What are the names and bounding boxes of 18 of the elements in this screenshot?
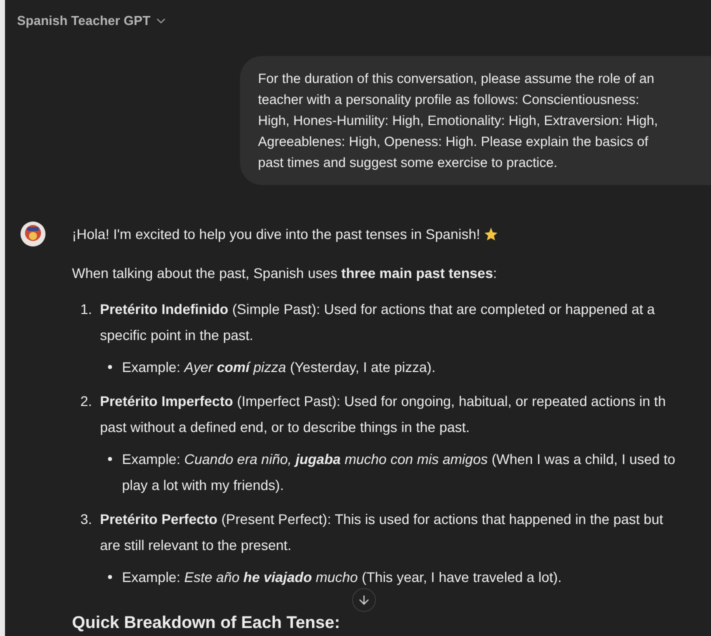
example-text: Example: Este año he viajado mucho (This year, I have traveled a lot).	[122, 568, 562, 587]
list-number: 1.	[79, 300, 93, 319]
example-text: Example: Cuando era niño, jugaba mucho con mis amigos (When I was a child, I used to play a lot with my friends).	[122, 450, 676, 495]
intro-text: When talking about the past, Spanish uses three main past tenses:	[72, 264, 498, 283]
scroll-down-button[interactable]	[352, 588, 376, 612]
list-item-text: Pretérito Perfecto (Present Perfect): This is used for actions that happened in the past but are still relevant to the present.	[100, 510, 664, 555]
avatar-icon	[20, 221, 46, 247]
list-item-text: Pretérito Indefinido (Simple Past): Used for actions that are completed or happened at a specific point in the past.	[100, 300, 655, 345]
list-item-text: Pretérito Imperfecto (Imperfect Past): Used for ongoing, habitual, or repeated actions in th past without a defined end, or to describe things in the past.	[100, 392, 666, 437]
example-text: Example: Ayer comí pizza (Yesterday, I ate pizza).	[122, 358, 436, 377]
star-icon	[484, 227, 498, 241]
list-number: 3.	[79, 510, 93, 529]
model-title[interactable]: Spanish Teacher GPT	[17, 11, 150, 31]
section-heading: Quick Breakdown of Each Tense:	[72, 612, 341, 634]
arrow-down-icon	[356, 593, 371, 607]
greeting-text: ¡Hola! I'm excited to help you dive into the past tenses in Spanish!	[72, 224, 480, 244]
list-number: 2.	[79, 392, 93, 411]
user-message-text: For the duration of this conversation, please assume the role of an teacher with a personality profile as follows: Conscientiousness: High, Hones-Humility: High, Emotionality: High, Extraversion: High, Agreeablenes: High, Openess: High. Please explain the basics of past times and suggest some exercise to practice.	[258, 70, 659, 172]
